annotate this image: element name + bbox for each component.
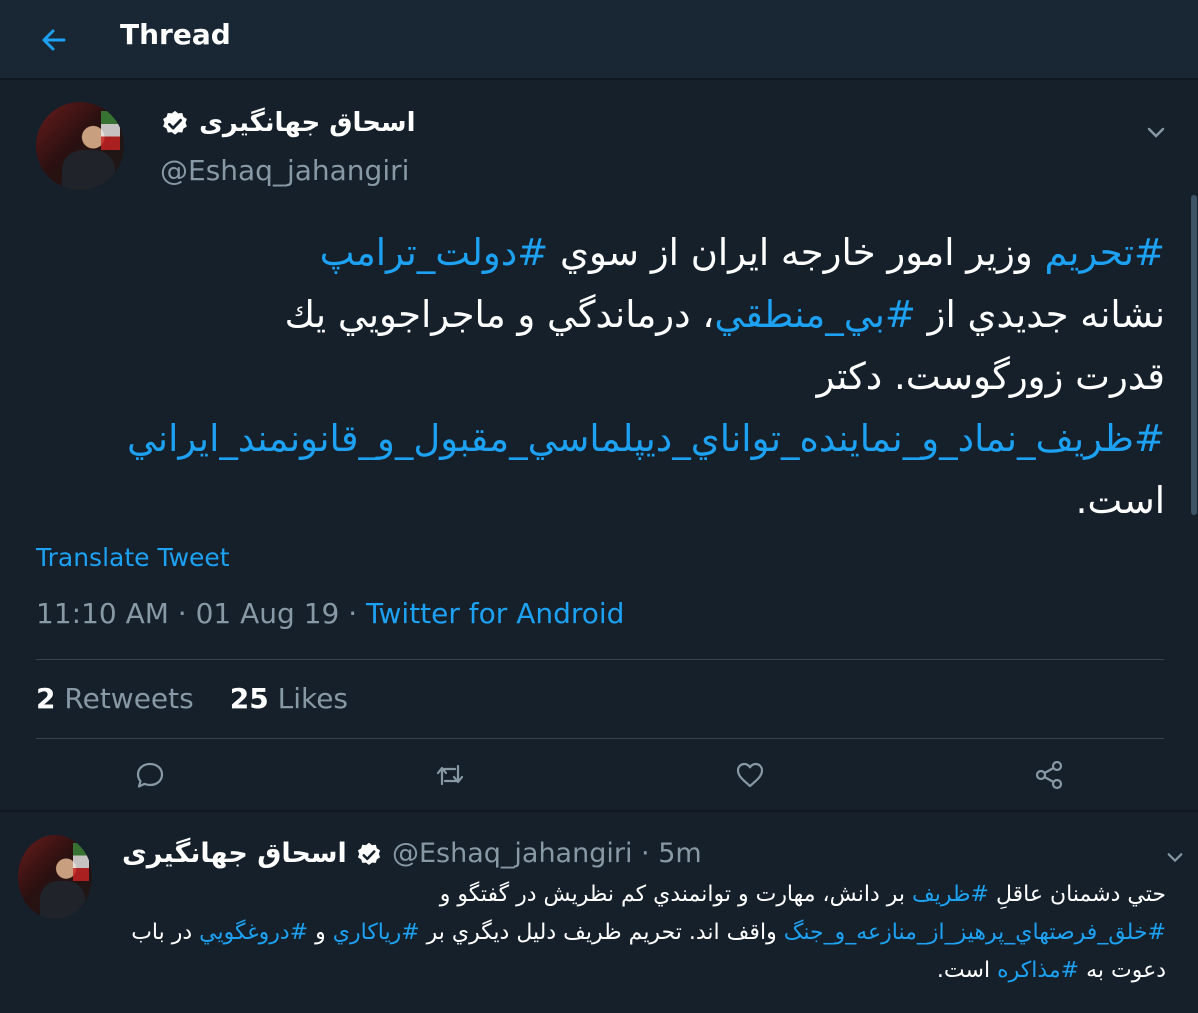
hashtag-link[interactable]: #مذاكره [997,958,1079,983]
chevron-down-icon[interactable] [1164,848,1186,866]
tweet-date: 01 Aug 19 [195,597,340,630]
top-bar: Thread [0,0,1198,80]
author-avatar[interactable] [36,102,124,190]
reply-age: · 5m [641,838,702,869]
tweet-meta: 11:10 AM · 01 Aug 19 · Twitter for Andro… [36,597,624,630]
retweet-icon[interactable] [434,758,466,792]
author-handle[interactable]: @Eshaq_jahangiri [160,154,409,187]
divider [36,659,1164,660]
reply-author-handle[interactable]: @Eshaq_jahangiri [392,838,632,869]
meta-separator: · [168,597,196,630]
share-icon[interactable] [1033,758,1065,792]
tweet-source-link[interactable]: Twitter for Android [366,597,624,630]
hashtag-link[interactable]: #دولت_ترامپ [320,231,549,274]
text-segment: حتي دشمنان عاقلِ [988,882,1166,907]
verified-badge-icon [358,842,381,865]
reply-author-avatar[interactable] [18,835,92,919]
hashtag-link[interactable]: #بي_منطقي [714,293,916,336]
translate-tweet-link[interactable]: Translate Tweet [36,543,230,572]
reply-author-name[interactable]: اسحاق جهانگیری [122,838,347,869]
hashtag-link[interactable]: #خلق_فرصتهاي_پرهيز_از_منازعه_و_جنگ [784,920,1166,945]
back-arrow-icon[interactable] [34,20,74,60]
hashtag-link[interactable]: #دروغگويي [199,920,308,945]
page-title: Thread [120,18,231,51]
tweet-text: #تحريم وزير امور خارجه ايران از سوي #دول… [127,222,1165,532]
meta-separator: · [339,597,367,630]
text-segment: بر دانش، مهارت و توانمندي كم نظريش در گف… [439,882,912,907]
likes-stat[interactable]: 25 Likes [230,682,348,715]
chevron-down-icon[interactable] [1144,122,1168,142]
text-segment: است. [1075,479,1165,522]
retweets-stat[interactable]: 2 Retweets [36,682,194,715]
tweet-stats: 2 Retweets 25 Likes [36,682,348,715]
text-segment: و [308,920,333,945]
text-segment: وزير امور خارجه ايران از سوي [548,231,1045,274]
likes-count: 25 [229,682,269,715]
hashtag-link[interactable]: #تحريم [1044,231,1165,274]
text-segment: نشانه جديدي از [915,293,1165,336]
section-separator [0,810,1198,812]
tweet-time: 11:10 AM [36,597,169,630]
retweets-label: Retweets [64,682,194,715]
author-name[interactable]: اسحاق جهانگیری [160,108,416,139]
hashtag-link[interactable]: #ظريف_نماد_و_نماينده_تواناي_ديپلماسي_مقب… [127,417,1165,460]
scrollbar[interactable] [1191,195,1197,515]
hashtag-link[interactable]: #ظريف [912,882,989,907]
retweets-count: 2 [36,682,56,715]
text-segment: است. [936,958,998,983]
author-name-text: اسحاق جهانگیری [199,108,416,138]
reply-icon[interactable] [134,758,166,792]
divider [36,738,1164,739]
text-segment: واقف اند. تحريم ظريف دليل ديگري بر [419,920,784,945]
reply-tweet-text: حتي دشمنان عاقلِ #ظريف بر دانش، مهارت و … [110,876,1166,990]
verified-badge-icon [163,110,187,135]
reply-header: اسحاق جهانگیری @Eshaq_jahangiri · 5m [122,838,702,869]
hashtag-link[interactable]: #رياكاري [333,920,420,945]
like-icon[interactable] [734,758,766,792]
likes-label: Likes [277,682,349,715]
